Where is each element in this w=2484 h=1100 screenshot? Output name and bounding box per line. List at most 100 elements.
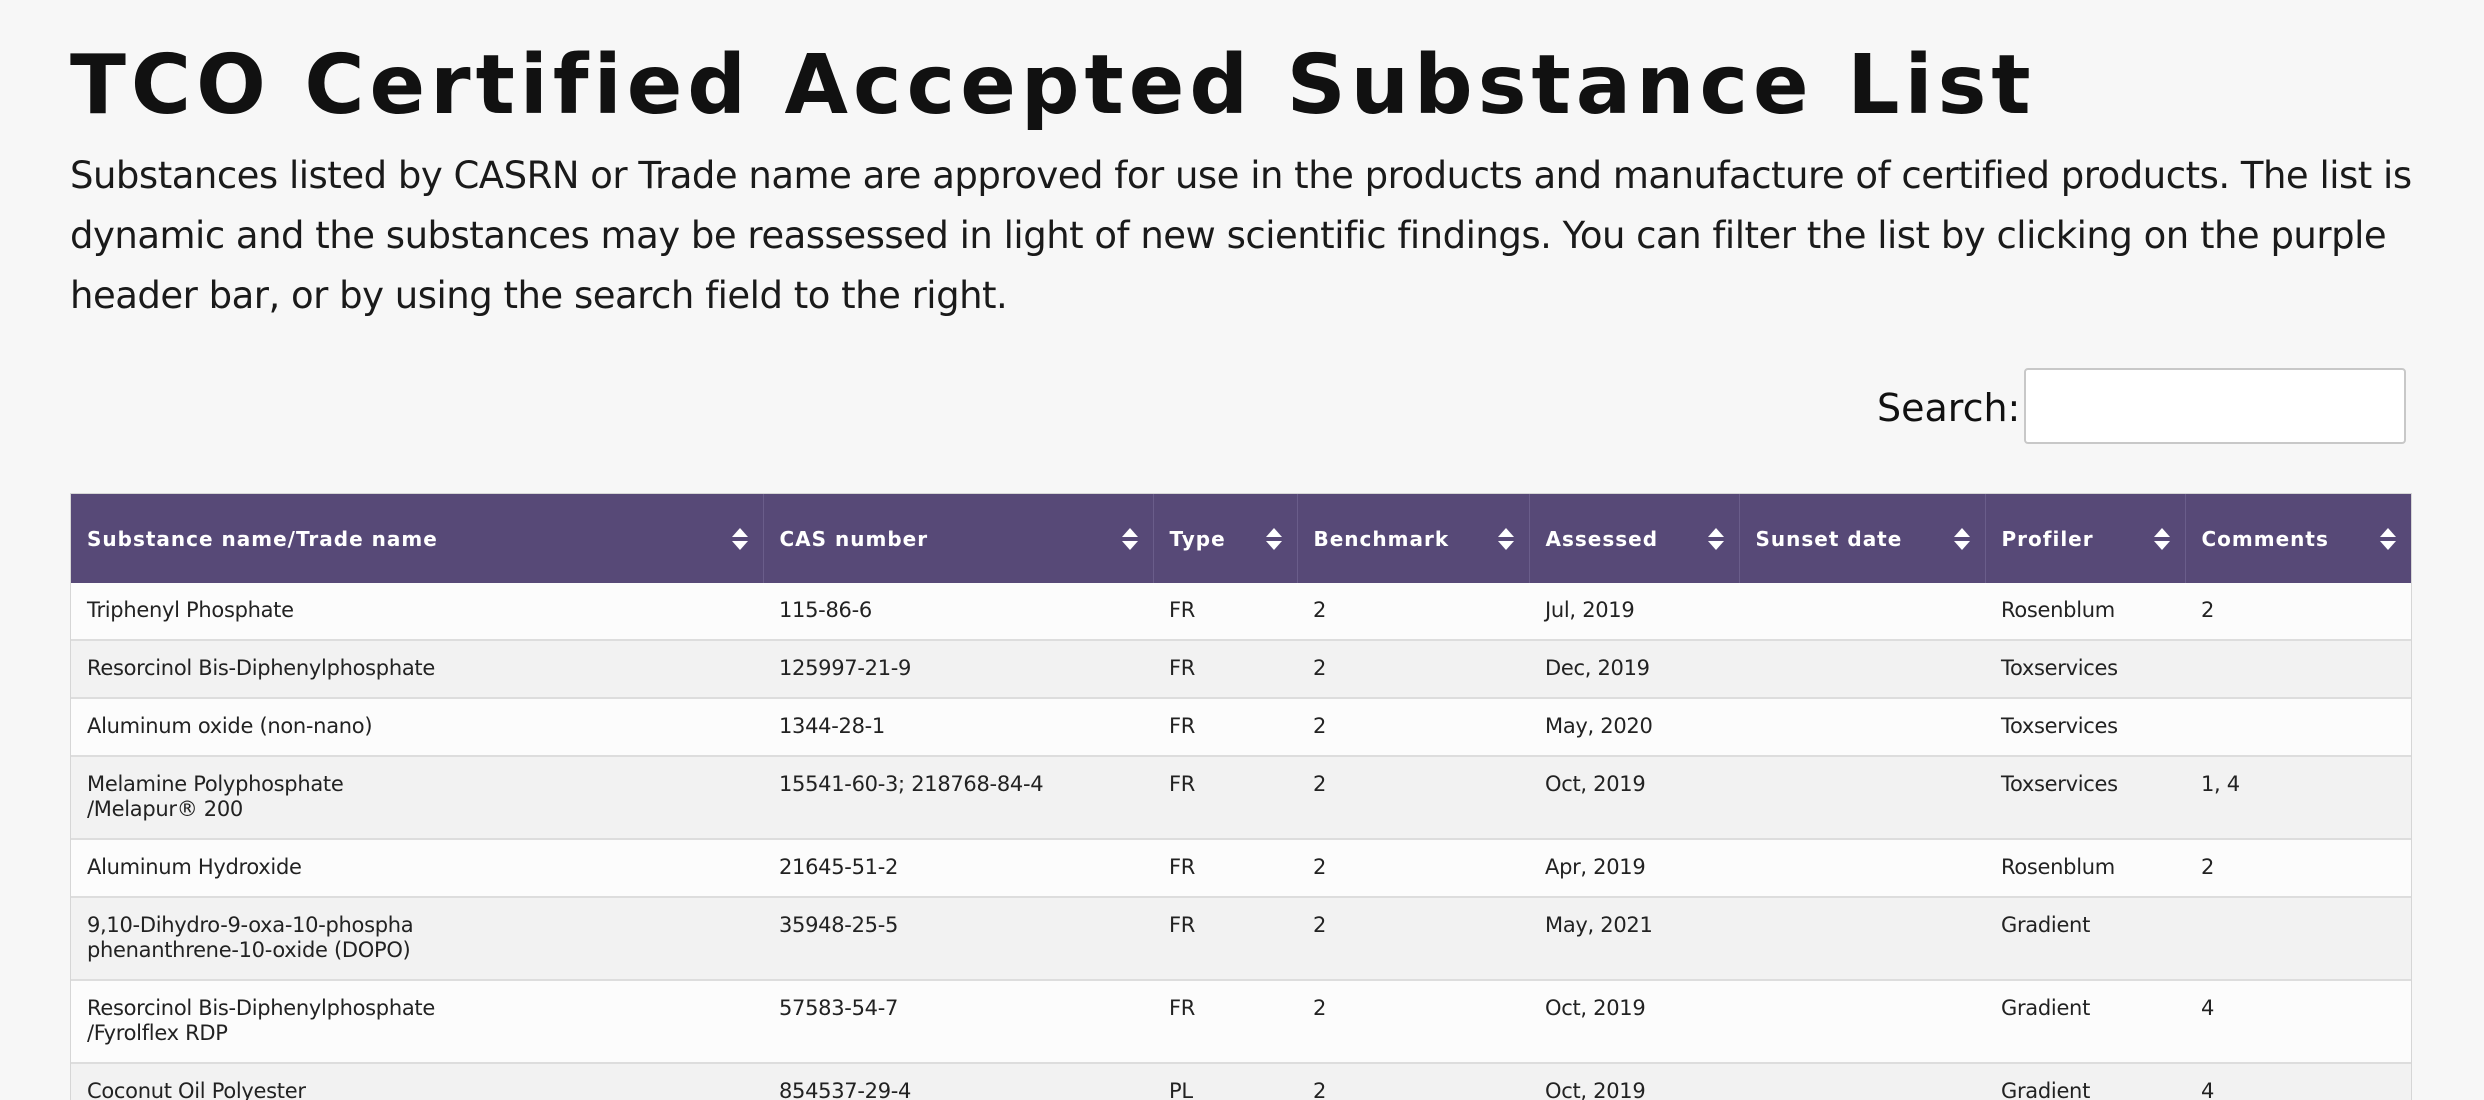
table-row[interactable]: 9,10-Dihydro-9-oxa-10-phospha phenanthren… [71,897,2411,981]
cell-comments [2185,640,2411,699]
cell-comments: 2 [2185,839,2411,898]
cell-comments [2185,698,2411,757]
column-header-cas[interactable]: CAS number [762,494,1153,583]
substance-table-container: Substance name/Trade name CAS number Type B… [70,493,2412,1100]
cell-benchmark: 2 [1297,839,1529,898]
cell-cas: 854537-29-4 [763,1063,1153,1100]
cell-cas: 125997-21-9 [763,640,1153,699]
substance-name-line: Coconut Oil Polyester [87,1079,306,1100]
cell-sunset [1739,698,1985,757]
table-row[interactable]: Resorcinol Bis-Diphenylphosphate 125997-2… [71,640,2411,699]
cell-type: FR [1153,980,1297,1064]
substance-table: Substance name/Trade name CAS number Type B… [71,494,2411,1100]
sort-icon[interactable] [731,526,749,552]
cell-name: Coconut Oil Polyester [71,1063,763,1100]
column-header-label: CAS number [779,526,929,551]
sort-icon[interactable] [1265,526,1283,552]
cell-assessed: Oct, 2019 [1529,756,1739,840]
cell-sunset [1739,640,1985,699]
cell-cas: 1344-28-1 [763,698,1153,757]
cell-benchmark: 2 [1297,980,1529,1064]
column-header-assessed[interactable]: Assessed [1528,494,1739,583]
search-bar: Search: [1860,368,2410,448]
column-header-label: Benchmark [1313,526,1450,551]
substance-name-line: Triphenyl Phosphate [87,598,294,622]
table-row[interactable]: Aluminum oxide (non-nano) 1344-28-1 FR 2 May… [71,698,2411,757]
cell-sunset [1739,583,1985,641]
column-header-label: Assessed [1545,526,1659,551]
cell-name: 9,10-Dihydro-9-oxa-10-phospha phenanthren… [71,897,763,981]
table-row[interactable]: Resorcinol Bis-Diphenylphosphate/Fyrolfl… [71,980,2411,1064]
cell-comments [2185,897,2411,981]
cell-comments: 4 [2185,980,2411,1064]
sort-icon[interactable] [1953,526,1971,552]
column-header-benchmark[interactable]: Benchmark [1296,494,1529,583]
cell-benchmark: 2 [1297,756,1529,840]
cell-benchmark: 2 [1297,897,1529,981]
table-row[interactable]: Aluminum Hydroxide 21645-51-2 FR 2 Apr, 2019… [71,839,2411,898]
cell-profiler: Toxservices [1985,756,2185,840]
cell-name: Resorcinol Bis-Diphenylphosphate [71,640,763,699]
sort-icon[interactable] [2153,526,2171,552]
cell-cas: 57583-54-7 [763,980,1153,1064]
cell-cas: 15541-60-3; 218768-84-4 [763,756,1153,840]
substance-name-line: Aluminum Hydroxide [87,855,302,879]
cell-profiler: Gradient [1985,897,2185,981]
table-header-row: Substance name/Trade name CAS number Type B… [71,494,2411,583]
cell-sunset [1739,756,1985,840]
table-body: Triphenyl Phosphate 115-86-6 FR 2 Jul, 2019 R… [71,583,2411,1100]
sort-icon[interactable] [1707,526,1725,552]
column-header-profiler[interactable]: Profiler [1984,494,2185,583]
cell-profiler: Gradient [1985,1063,2185,1100]
cell-type: FR [1153,897,1297,981]
table-row[interactable]: Melamine Polyphosphate/Melapur® 200 15541… [71,756,2411,840]
cell-profiler: Toxservices [1985,698,2185,757]
substance-name-line: Resorcinol Bis-Diphenylphosphate [87,996,435,1020]
cell-assessed: Dec, 2019 [1529,640,1739,699]
column-header-type[interactable]: Type [1152,494,1297,583]
cell-assessed: May, 2020 [1529,698,1739,757]
cell-type: FR [1153,583,1297,641]
cell-name: Triphenyl Phosphate [71,583,763,641]
substance-name-line: Melamine Polyphosphate [87,772,344,796]
sort-icon[interactable] [1121,526,1139,552]
cell-assessed: Apr, 2019 [1529,839,1739,898]
substance-name-line: Resorcinol Bis-Diphenylphosphate [87,656,435,680]
cell-benchmark: 2 [1297,698,1529,757]
substance-name-line: phenanthrene-10-oxide (DOPO) [87,938,411,962]
substance-name-line: 9,10-Dihydro-9-oxa-10-phospha [87,913,414,937]
cell-profiler: Gradient [1985,980,2185,1064]
column-header-comments[interactable]: Comments [2184,494,2411,583]
cell-type: FR [1153,839,1297,898]
cell-benchmark: 2 [1297,1063,1529,1100]
sort-icon[interactable] [2379,526,2397,552]
column-header-sunset[interactable]: Sunset date [1738,494,1985,583]
page-title: TCO Certified Accepted Substance List [70,38,2036,133]
substance-name-line: Aluminum oxide (non-nano) [87,714,373,738]
table-row[interactable]: Coconut Oil Polyester 854537-29-4 PL 2 Oct, … [71,1063,2411,1100]
substance-name-line: /Fyrolflex RDP [87,1021,228,1045]
search-label: Search: [1877,386,2021,430]
cell-name: Aluminum Hydroxide [71,839,763,898]
column-header-label: Profiler [2001,526,2094,551]
column-header-label: Type [1169,526,1226,551]
sort-icon[interactable] [1497,526,1515,552]
table-row[interactable]: Triphenyl Phosphate 115-86-6 FR 2 Jul, 2019 R… [71,583,2411,641]
column-header-name[interactable]: Substance name/Trade name [71,494,763,583]
search-input[interactable] [2024,368,2406,444]
cell-name: Melamine Polyphosphate/Melapur® 200 [71,756,763,840]
column-header-label: Substance name/Trade name [87,526,438,551]
cell-sunset [1739,980,1985,1064]
cell-type: FR [1153,640,1297,699]
cell-sunset [1739,897,1985,981]
cell-cas: 21645-51-2 [763,839,1153,898]
cell-type: FR [1153,756,1297,840]
cell-comments: 1, 4 [2185,756,2411,840]
cell-profiler: Rosenblum [1985,583,2185,641]
cell-type: FR [1153,698,1297,757]
cell-cas: 35948-25-5 [763,897,1153,981]
substance-name-line: /Melapur® 200 [87,797,243,821]
page: TCO Certified Accepted Substance List Su… [0,0,2484,1100]
cell-cas: 115-86-6 [763,583,1153,641]
column-header-label: Comments [2201,526,2329,551]
